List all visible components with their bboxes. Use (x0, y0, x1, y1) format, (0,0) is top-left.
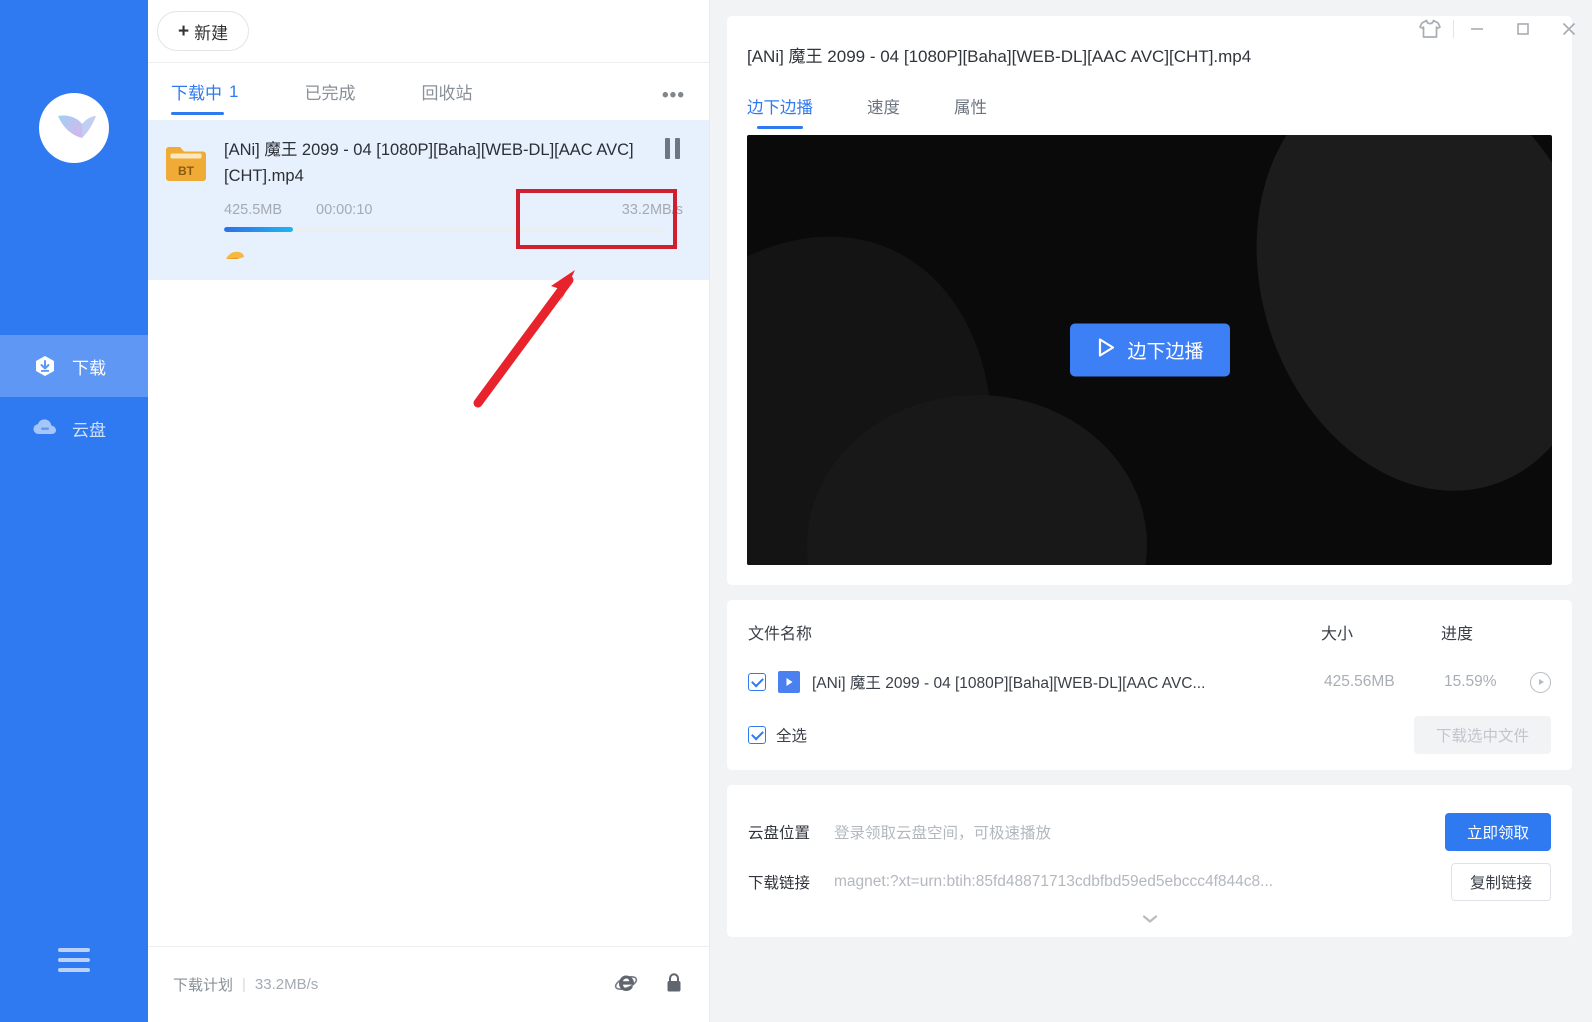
files-header-row: 文件名称 大小 进度 (748, 620, 1551, 658)
chevron-down-icon[interactable] (748, 907, 1551, 927)
stream-play-button[interactable]: 边下边播 (1069, 324, 1229, 377)
tab-downloading[interactable]: 下载中 1 (171, 63, 238, 121)
detail-tabs: 边下边播 速度 属性 (747, 94, 1552, 129)
lock-icon[interactable] (664, 971, 684, 999)
download-plan-label[interactable]: 下载计划 (173, 974, 233, 995)
detail-tab-speed-label: 速度 (867, 99, 900, 117)
file-row-progress: 15.59% (1444, 673, 1530, 691)
hamburger-menu-icon[interactable] (58, 948, 90, 972)
skin-theme-icon[interactable] (1407, 0, 1453, 58)
browser-ie-icon[interactable] (614, 971, 638, 999)
download-selected-button[interactable]: 下载选中文件 (1414, 716, 1551, 754)
download-selected-label: 下载选中文件 (1436, 724, 1529, 746)
maximize-icon[interactable] (1500, 0, 1546, 58)
file-row[interactable]: [ANi] 魔王 2099 - 04 [1080P][Baha][WEB-DL]… (748, 658, 1551, 706)
copy-link-button[interactable]: 复制链接 (1451, 863, 1551, 901)
sidebar: 下载 云盘 (0, 0, 148, 1022)
task-icon-wrap: BT (148, 138, 224, 280)
files-header-size: 大小 (1321, 620, 1441, 644)
select-all-label: 全选 (776, 724, 807, 746)
files-header-name: 文件名称 (748, 620, 1321, 644)
download-task-item[interactable]: BT [ANi] 魔王 2099 - 04 [1080P][Baha][WEB-… (148, 120, 709, 280)
svg-text:BT: BT (178, 164, 195, 178)
detail-tab-properties[interactable]: 属性 (954, 94, 987, 129)
tab-recyclebin-label: 回收站 (421, 79, 472, 104)
status-icon-group (614, 971, 684, 999)
claim-cloud-button[interactable]: 立即领取 (1445, 813, 1551, 851)
files-card: 文件名称 大小 进度 [ANi] 魔王 2099 - 04 [1080P][Ba… (727, 600, 1572, 770)
tab-completed[interactable]: 已完成 (304, 63, 355, 121)
file-row-checkbox[interactable] (748, 673, 766, 691)
cloud-location-row: 云盘位置 登录领取云盘空间，可极速播放 立即领取 (748, 807, 1551, 857)
detail-tab-stream[interactable]: 边下边播 (747, 94, 813, 129)
status-bar: 下载计划 | 33.2MB/s (148, 946, 709, 1022)
files-footer: 全选 下载选中文件 (748, 716, 1551, 754)
sidebar-item-clouddisk-label: 云盘 (72, 416, 106, 441)
tab-downloading-count: 1 (229, 82, 238, 102)
minimize-icon[interactable] (1454, 0, 1500, 58)
file-row-size: 425.56MB (1324, 673, 1444, 691)
claim-cloud-label: 立即领取 (1467, 821, 1529, 843)
app-window: 下载 云盘 + 新建 (0, 0, 1592, 1022)
download-list-panel: + 新建 下载中 1 已完成 回收站 ••• (148, 0, 710, 1022)
video-preview[interactable]: 边下边播 (747, 135, 1552, 565)
links-card: 云盘位置 登录领取云盘空间，可极速播放 立即领取 下载链接 magnet:?xt… (727, 785, 1572, 937)
video-play-icon (778, 671, 800, 693)
task-speed: 33.2MB/s (550, 202, 695, 218)
copy-link-label: 复制链接 (1470, 871, 1532, 893)
plus-icon: + (178, 22, 189, 41)
download-hex-icon (32, 353, 58, 379)
sidebar-nav: 下载 云盘 (0, 335, 148, 459)
task-badge-icon (224, 250, 246, 263)
app-logo (39, 93, 109, 163)
tab-completed-label: 已完成 (304, 79, 355, 104)
sidebar-item-download-label: 下载 (72, 354, 106, 379)
files-header-progress: 进度 (1441, 620, 1551, 644)
magnet-link-label: 下载链接 (748, 871, 834, 893)
window-controls (1407, 0, 1592, 58)
task-eta: 00:00:10 (316, 202, 550, 218)
select-all-checkbox[interactable] (748, 726, 766, 744)
more-options-icon[interactable]: ••• (662, 85, 685, 107)
detail-panel: [ANi] 魔王 2099 - 04 [1080P][Baha][WEB-DL]… (710, 0, 1592, 1022)
select-all-control[interactable]: 全选 (748, 724, 807, 746)
download-list: BT [ANi] 魔王 2099 - 04 [1080P][Baha][WEB-… (148, 120, 709, 946)
detail-tab-speed[interactable]: 速度 (867, 94, 900, 129)
circle-play-icon[interactable] (1530, 672, 1551, 693)
tab-recyclebin[interactable]: 回收站 (421, 63, 472, 121)
tab-downloading-label: 下载中 (171, 79, 222, 104)
cloud-location-value: 登录领取云盘空间，可极速播放 (834, 821, 1445, 843)
list-toolbar: + 新建 (148, 0, 709, 62)
task-progress-bar (224, 227, 664, 232)
detail-tab-properties-label: 属性 (954, 99, 987, 117)
pause-icon[interactable] (665, 136, 687, 160)
task-meta: 425.5MB 00:00:10 33.2MB/s (224, 202, 695, 218)
sidebar-item-clouddisk[interactable]: 云盘 (0, 397, 148, 459)
task-title: [ANi] 魔王 2099 - 04 [1080P][Baha][WEB-DL]… (224, 138, 644, 189)
magnet-link-row: 下载链接 magnet:?xt=urn:btih:85fd48871713cdb… (748, 857, 1551, 907)
app-logo-bird-icon (39, 93, 109, 163)
new-task-button[interactable]: + 新建 (157, 11, 249, 51)
play-triangle-icon (1095, 336, 1115, 364)
task-progress-fill (224, 227, 293, 232)
detail-tab-stream-label: 边下边播 (747, 99, 813, 117)
task-body: [ANi] 魔王 2099 - 04 [1080P][Baha][WEB-DL]… (224, 138, 709, 280)
new-task-label: 新建 (194, 19, 228, 44)
list-tabs: 下载中 1 已完成 回收站 ••• (148, 62, 709, 120)
close-icon[interactable] (1546, 0, 1592, 58)
task-size: 425.5MB (224, 202, 316, 218)
sidebar-item-download[interactable]: 下载 (0, 335, 148, 397)
cloud-disk-icon (32, 415, 58, 441)
video-shape-decoration (1204, 135, 1552, 535)
cloud-location-label: 云盘位置 (748, 821, 834, 843)
file-row-name: [ANi] 魔王 2099 - 04 [1080P][Baha][WEB-DL]… (812, 671, 1324, 693)
status-total-speed: 33.2MB/s (255, 976, 318, 993)
stream-play-label: 边下边播 (1127, 337, 1203, 364)
magnet-link-value[interactable]: magnet:?xt=urn:btih:85fd48871713cdbfbd59… (834, 873, 1451, 891)
bt-folder-icon: BT (164, 144, 208, 184)
status-divider: | (242, 976, 246, 993)
detail-card: [ANi] 魔王 2099 - 04 [1080P][Baha][WEB-DL]… (727, 16, 1572, 585)
